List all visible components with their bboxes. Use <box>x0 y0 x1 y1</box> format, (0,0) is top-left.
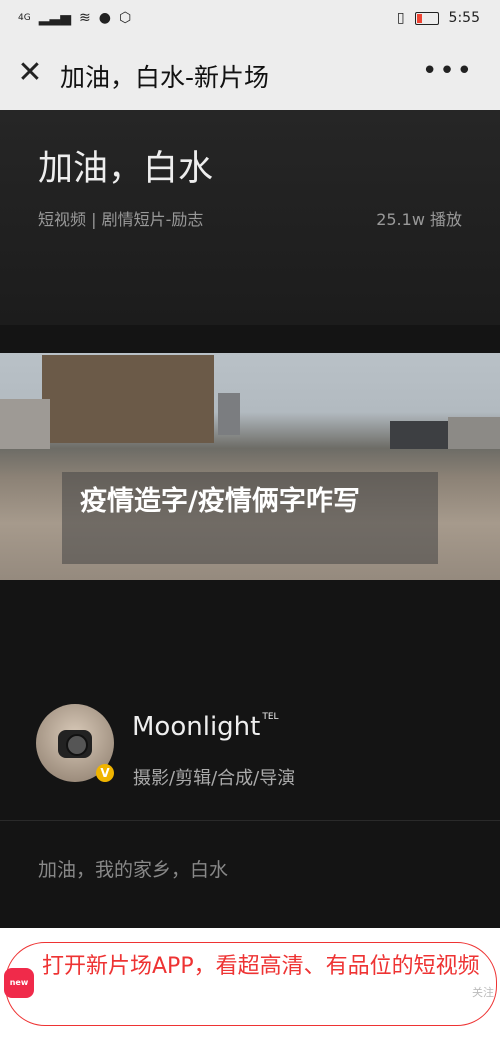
close-icon[interactable]: ✕ <box>14 57 46 89</box>
lens-icon <box>66 734 88 756</box>
author-name[interactable]: Moonlight TEL <box>132 712 279 742</box>
clock: 5:55 <box>448 10 480 26</box>
page-title: 加油，白水-新片场 <box>60 63 270 92</box>
app-banner[interactable]: new 打开新片场APP，看超高清、有品位的短视频 关注 <box>0 928 500 1038</box>
wechat-icon: ● <box>98 10 111 26</box>
banner-brand: 关注 <box>472 986 494 999</box>
video-category: 短视频 | 剧情短片-励志 <box>38 210 204 229</box>
signal-icon: ▂▃▅ <box>38 10 72 26</box>
verified-badge-icon: V <box>96 764 114 782</box>
status-bar: 4G ▂▃▅ ≋ ● ⬡ ▯ 5:55 <box>0 0 500 40</box>
author-card[interactable]: V Moonlight TEL 摄影/剪辑/合成/导演 <box>0 690 500 821</box>
battery-icon <box>414 11 439 25</box>
video-title: 加油，白水 <box>38 149 214 189</box>
building-image <box>390 421 448 449</box>
video-description: 加油，我的家乡，白水 <box>38 859 229 881</box>
app-logo-icon: new <box>4 968 34 998</box>
more-icon[interactable]: ••• <box>422 56 474 86</box>
building-image <box>448 417 500 449</box>
author-name-sup: TEL <box>262 712 279 722</box>
banner-text: 打开新片场APP，看超高清、有品位的短视频 <box>42 954 480 979</box>
video-header: 加油，白水 短视频 | 剧情短片-励志 25.1w 播放 <box>0 110 500 325</box>
play-count: 25.1w 播放 <box>376 210 462 229</box>
nav-bar: ✕ 加油，白水-新片场 ••• <box>0 40 500 111</box>
author-name-text: Moonlight <box>132 712 261 742</box>
building-image <box>218 393 240 435</box>
wifi-icon: ≋ <box>79 10 91 26</box>
vibrate-icon: ▯ <box>396 10 405 26</box>
overlay-title-text: 疫情造字/疫情俩字咋写 <box>80 486 360 517</box>
video-overlay-title: 疫情造字/疫情俩字咋写 <box>62 472 438 564</box>
settings-icon: ⬡ <box>118 10 132 26</box>
carrier-label: 4G <box>18 13 31 23</box>
building-image <box>42 355 214 443</box>
author-role: 摄影/剪辑/合成/导演 <box>133 768 296 789</box>
building-image <box>0 399 50 449</box>
